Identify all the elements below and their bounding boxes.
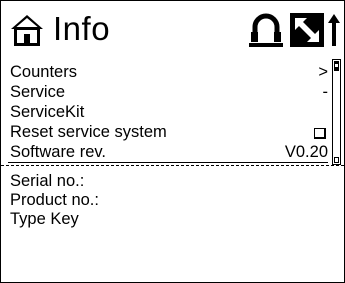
menu-item-service[interactable]: Service - [8,82,328,102]
page-title: Info [53,10,111,47]
dashed-divider [1,165,344,166]
menu-item-value: - [322,83,329,101]
menu-item-label: Software rev. [10,143,106,161]
menu-item-label: ServiceKit [10,103,85,121]
reset-checkbox[interactable] [314,128,326,139]
chevron-right-icon: > [318,63,328,81]
menu-item-label: Counters [10,63,77,81]
menu-item-counters[interactable]: Counters > [8,62,328,82]
menu-item-software-rev[interactable]: Software rev. V0.20 [8,142,328,163]
info-type-key: Type Key [10,210,79,228]
software-version-value: V0.20 [284,143,328,161]
info-serial-no: Serial no.: [10,172,85,190]
scrollbar[interactable] [332,59,341,165]
menu-list: Counters > Service - ServiceKit Reset se… [8,62,328,163]
menu-item-label: Service [10,83,66,101]
info-list: Serial no.: Product no.: Type Key [10,172,99,229]
menu-item-servicekit[interactable]: ServiceKit [8,102,328,122]
tool-icon[interactable] [290,13,324,47]
info-product-no: Product no.: [10,191,99,209]
headset-icon[interactable] [249,13,283,47]
scroll-end-marker [334,157,339,163]
menu-item-label: Reset service system [10,123,167,141]
home-icon[interactable] [10,13,44,47]
menu-item-reset-service-system[interactable]: Reset service system [8,122,328,142]
scroll-thumb[interactable] [334,61,339,71]
up-arrow-icon[interactable] [327,13,341,47]
display-screen: Info Counters > Service - ServiceKit Res… [0,0,345,283]
